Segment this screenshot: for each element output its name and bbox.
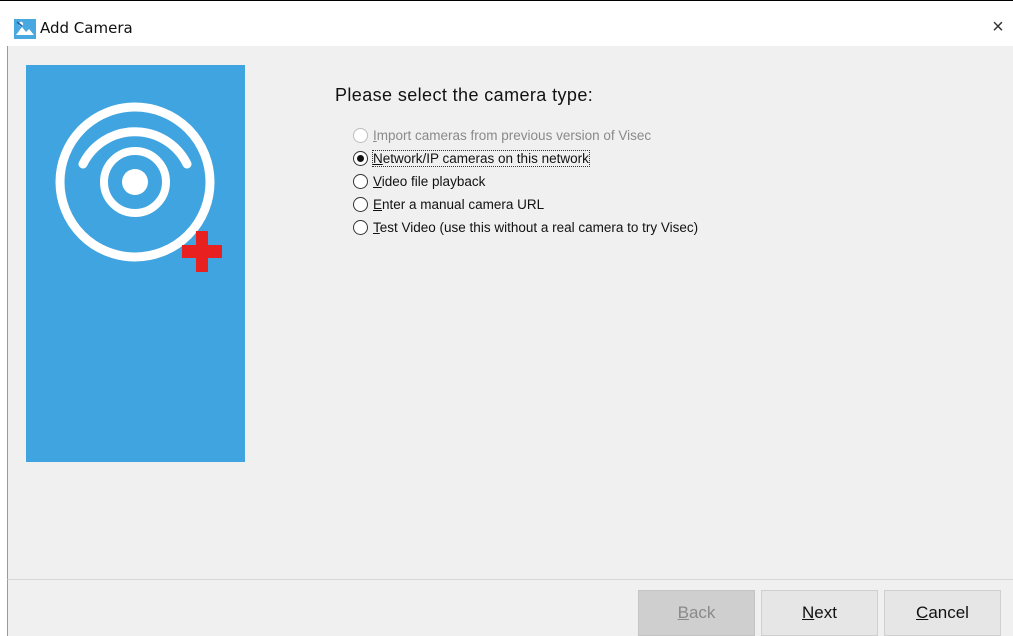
option-label[interactable]: Enter a manual camera URL (373, 197, 544, 212)
radio-manual-camera-url[interactable] (353, 196, 368, 212)
option-label[interactable]: Video file playback (373, 174, 485, 189)
option-test-video[interactable]: Test Video (use this without a real came… (353, 217, 698, 237)
next-button[interactable]: Next (761, 590, 878, 636)
back-button[interactable]: Back (638, 590, 755, 636)
close-icon[interactable]: × (985, 14, 1011, 40)
option-network-ip-cameras[interactable]: Network/IP cameras on this network (353, 148, 590, 168)
app-icon (14, 19, 36, 39)
option-import-cameras: Import cameras from previous version of … (353, 125, 651, 145)
radio-network-ip-cameras[interactable] (353, 150, 368, 166)
option-label: Import cameras from previous version of … (373, 127, 652, 143)
page-heading: Please select the camera type: (335, 85, 594, 105)
option-manual-camera-url[interactable]: Enter a manual camera URL (353, 194, 544, 214)
camera-eye-icon (55, 102, 222, 272)
window-title: Add Camera (40, 19, 133, 37)
title-bar: Add Camera × (0, 6, 1013, 46)
dialog-content: Please select the camera type: Import ca… (7, 46, 1013, 579)
dialog-footer: Back Next Cancel (7, 579, 1013, 636)
cancel-button[interactable]: Cancel (884, 590, 1001, 636)
radio-import-cameras (353, 127, 368, 143)
option-video-file-playback[interactable]: Video file playback (353, 171, 485, 191)
radio-test-video[interactable] (353, 219, 368, 235)
option-label[interactable]: Test Video (use this without a real came… (373, 220, 698, 235)
option-label[interactable]: Network/IP cameras on this network (372, 149, 590, 167)
radio-video-file-playback[interactable] (353, 173, 368, 189)
camera-banner (26, 65, 245, 462)
